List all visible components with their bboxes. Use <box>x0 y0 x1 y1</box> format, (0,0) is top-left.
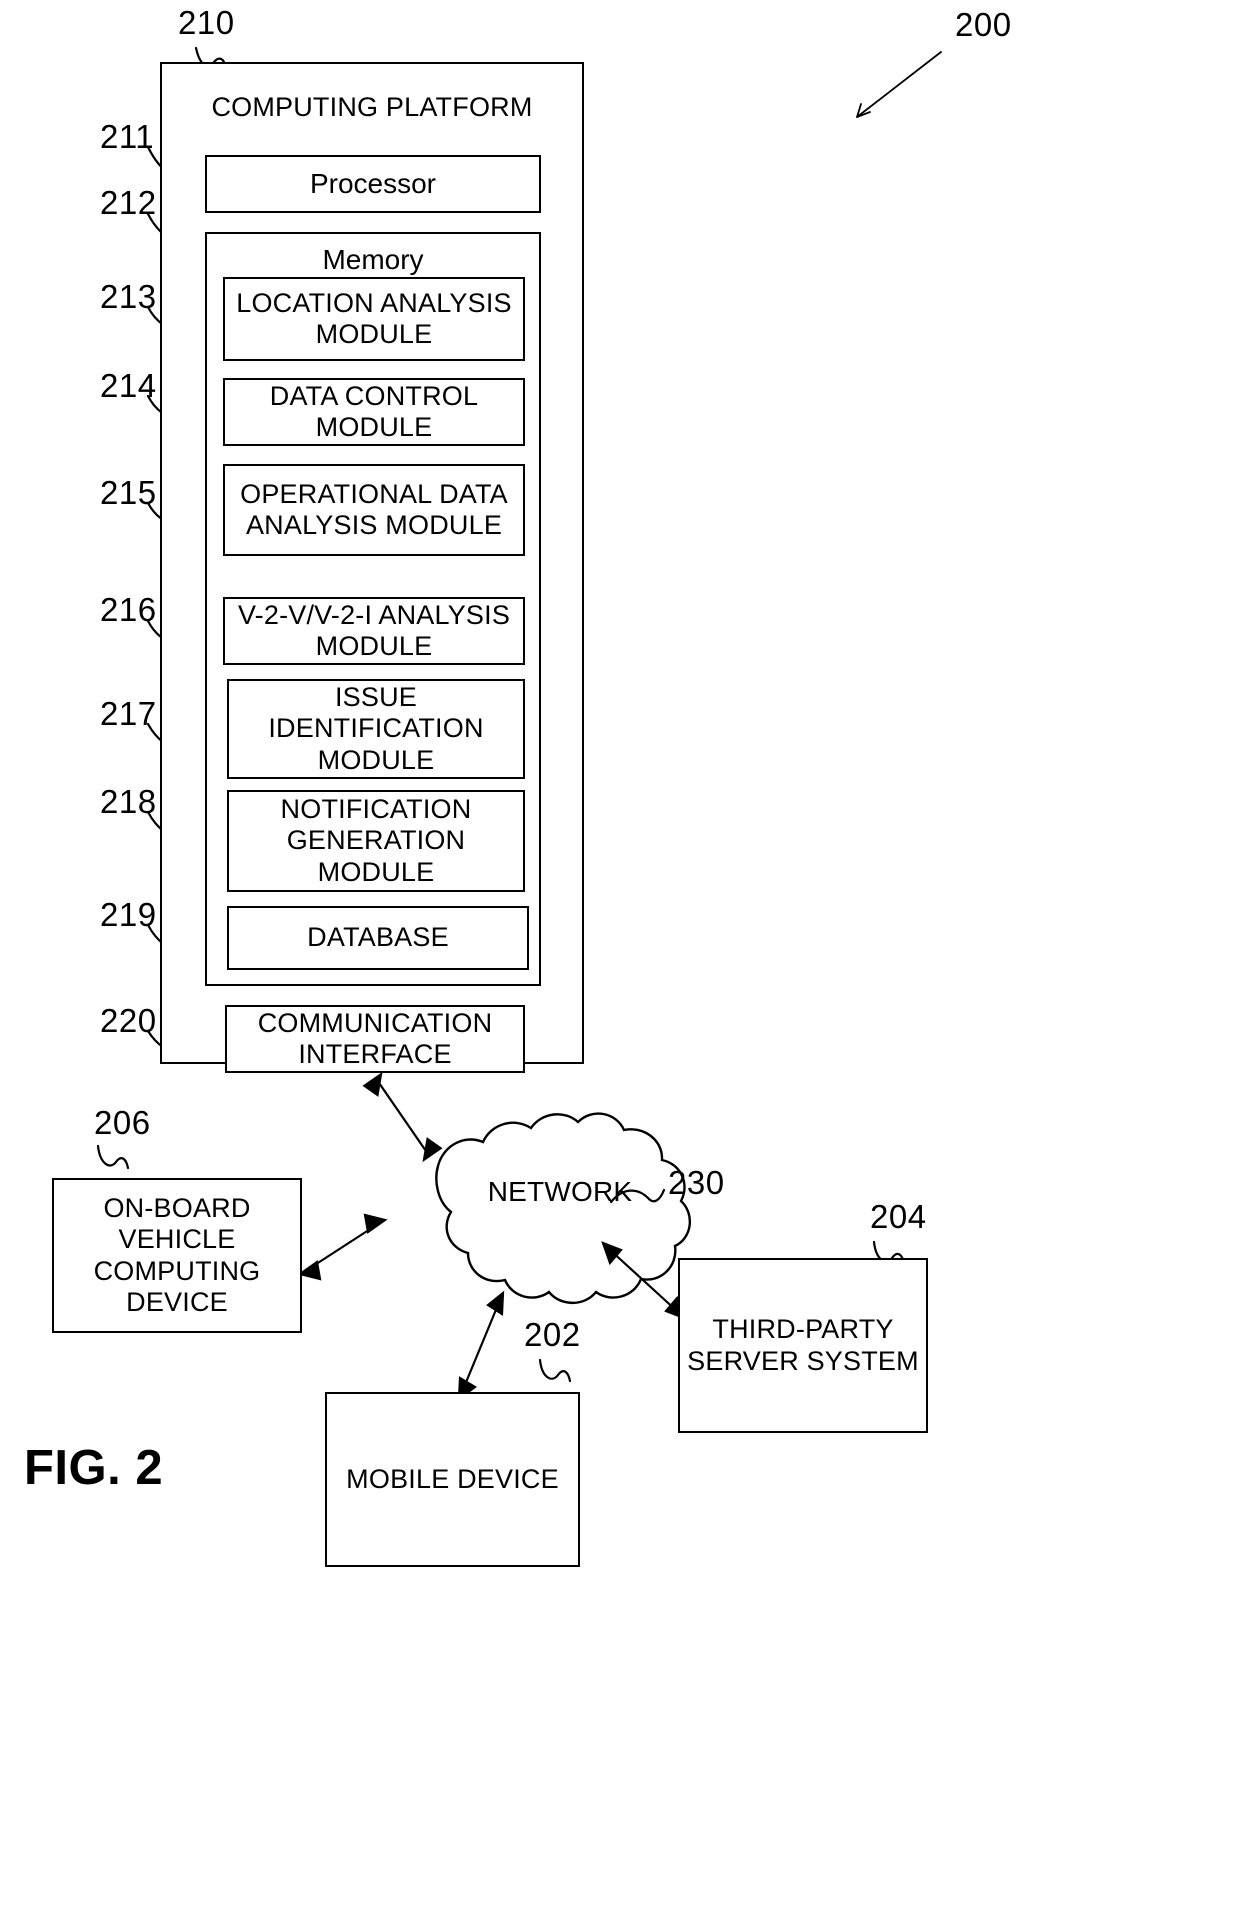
processor-box: Processor <box>205 155 541 213</box>
module-data-control: DATA CONTROL MODULE <box>223 378 525 446</box>
ref-215: 215 <box>100 474 157 511</box>
network-cloud <box>435 1112 691 1305</box>
module-data-control-label: DATA CONTROL MODULE <box>269 380 479 442</box>
network-label: NETWORK <box>487 1176 633 1207</box>
mobile-device-box: MOBILE DEVICE <box>325 1392 580 1567</box>
figure-canvas: 210 200 211 212 213 214 215 216 217 218 … <box>0 0 1240 1928</box>
module-v2v-v2i-analysis: V-2-V/V-2-I ANALYSIS MODULE <box>223 597 525 665</box>
connector-arrows <box>297 1071 686 1402</box>
third-party-server-system-label: THIRD-PARTY SERVER SYSTEM <box>687 1314 919 1376</box>
module-operational-data-analysis-label: OPERATIONAL DATA ANALYSIS MODULE <box>240 478 508 540</box>
mobile-device-label: MOBILE DEVICE <box>346 1463 559 1494</box>
ref-213: 213 <box>100 278 157 315</box>
communication-interface-box: COMMUNICATION INTERFACE <box>225 1005 525 1073</box>
module-location-analysis: LOCATION ANALYSIS MODULE <box>223 277 525 361</box>
arrow-mobile-network <box>460 1299 502 1393</box>
ref-200: 200 <box>955 6 1012 43</box>
leader-206 <box>96 1144 130 1170</box>
ref-219: 219 <box>100 896 157 933</box>
module-operational-data-analysis: OPERATIONAL DATA ANALYSIS MODULE <box>223 464 525 556</box>
module-v2v-v2i-analysis-label: V-2-V/V-2-I ANALYSIS MODULE <box>237 599 511 661</box>
ref-212: 212 <box>100 184 157 221</box>
onboard-vehicle-computing-device-label: ON-BOARD VEHICLE COMPUTING DEVICE <box>93 1192 261 1317</box>
ref-211: 211 <box>100 118 155 155</box>
arrow-platform-network <box>376 1079 429 1155</box>
ref-206: 206 <box>94 1104 151 1141</box>
figure-label: FIG. 2 <box>24 1441 164 1495</box>
ref-214: 214 <box>100 367 157 404</box>
ref-202: 202 <box>524 1316 581 1353</box>
module-issue-identification: ISSUE IDENTIFICATION MODULE <box>227 679 525 779</box>
leader-202 <box>538 1358 572 1383</box>
ref-217: 217 <box>100 695 157 732</box>
ref-216: 216 <box>100 591 157 628</box>
ref-204: 204 <box>870 1198 927 1235</box>
module-database: DATABASE <box>227 906 529 970</box>
ref-220: 220 <box>100 1002 157 1039</box>
processor-label: Processor <box>309 167 437 199</box>
arrow-obvcd-network <box>306 1223 379 1271</box>
computing-platform-title: COMPUTING PLATFORM <box>211 92 533 122</box>
module-database-label: DATABASE <box>307 922 449 953</box>
leader-200-head <box>856 103 871 118</box>
ref-218: 218 <box>100 783 157 820</box>
module-notification-generation-label: NOTIFICATION GENERATION MODULE <box>280 794 472 887</box>
module-notification-generation: NOTIFICATION GENERATION MODULE <box>227 790 525 892</box>
leader-200 <box>856 51 942 118</box>
module-issue-identification-label: ISSUE IDENTIFICATION MODULE <box>268 682 484 775</box>
communication-interface-label: COMMUNICATION INTERFACE <box>257 1007 493 1069</box>
third-party-server-system-box: THIRD-PARTY SERVER SYSTEM <box>678 1258 928 1433</box>
memory-label: Memory <box>322 244 424 275</box>
module-location-analysis-label: LOCATION ANALYSIS MODULE <box>236 287 512 349</box>
onboard-vehicle-computing-device-box: ON-BOARD VEHICLE COMPUTING DEVICE <box>52 1178 302 1333</box>
arrow-server-network <box>608 1248 679 1313</box>
ref-210: 210 <box>178 4 235 41</box>
